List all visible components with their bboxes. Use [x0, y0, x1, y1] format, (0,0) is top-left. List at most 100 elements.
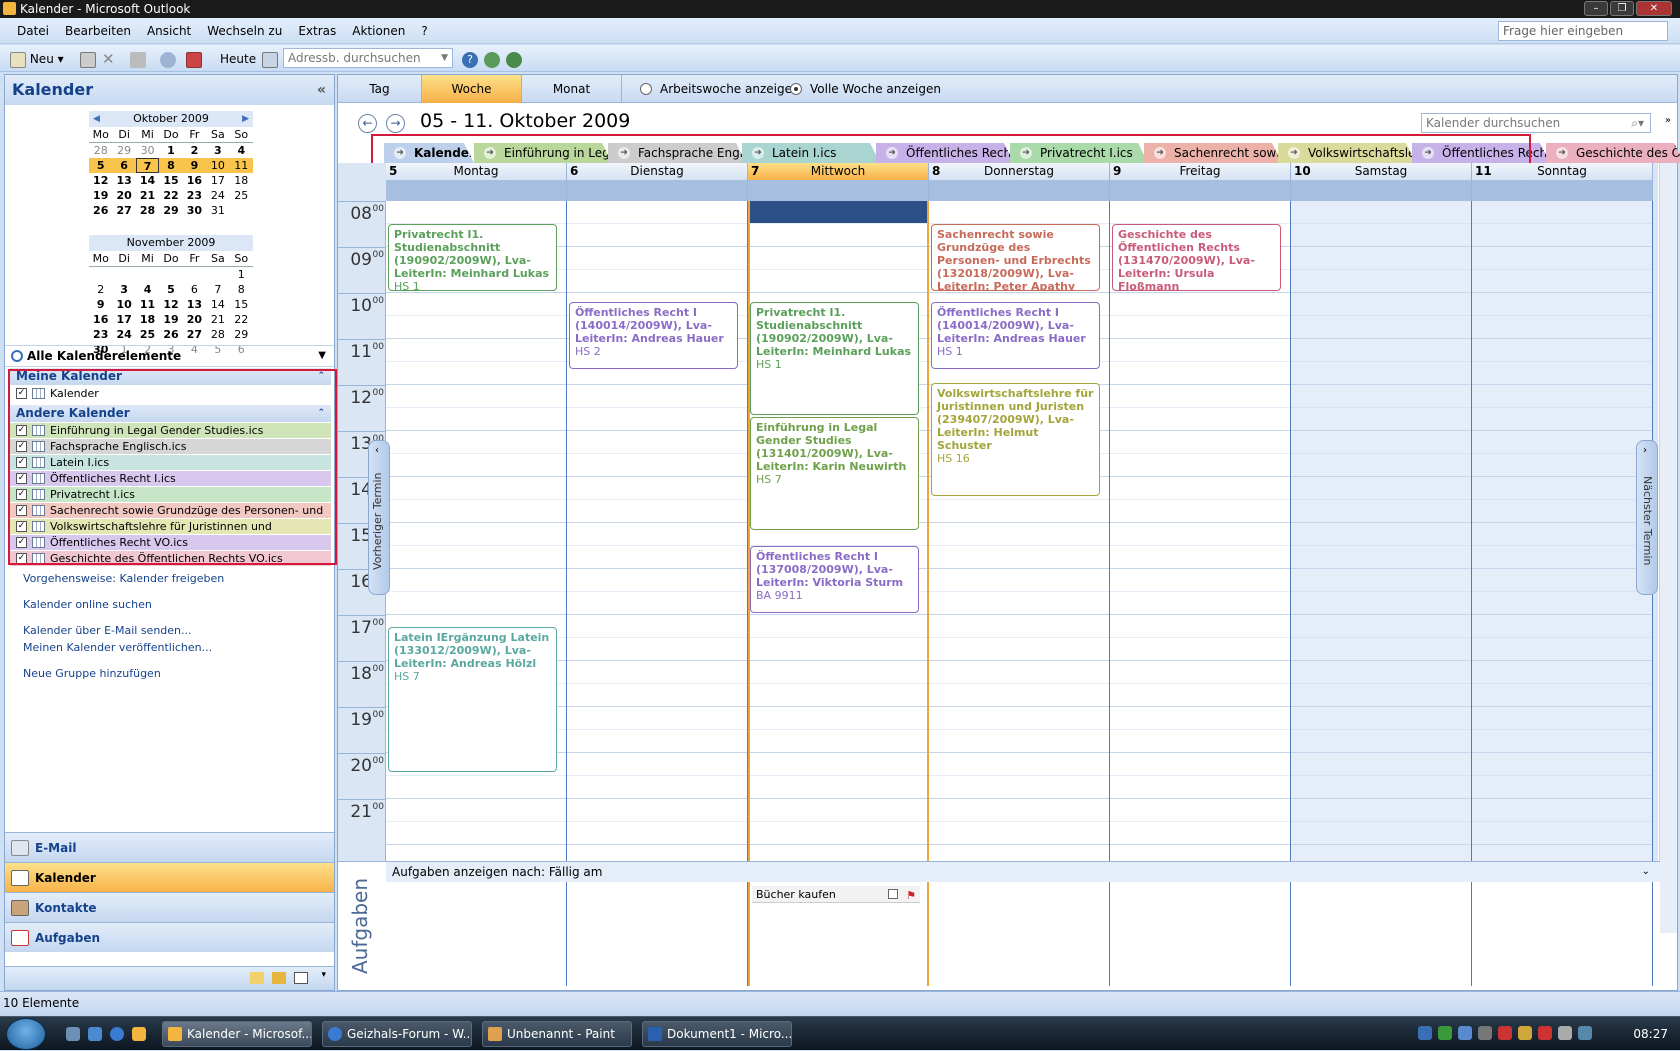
shortcut-icon[interactable]	[294, 972, 308, 984]
minical-day[interactable]: 25	[230, 188, 253, 203]
tray-shield-icon[interactable]	[1518, 1026, 1532, 1040]
task-checkbox[interactable]	[888, 889, 898, 899]
minical-day[interactable]: 26	[89, 203, 112, 218]
day-column[interactable]	[386, 201, 567, 893]
minical-day[interactable]: 15	[230, 297, 253, 312]
tab-woche[interactable]: Woche	[422, 75, 522, 103]
day-column[interactable]	[1291, 201, 1472, 893]
appointment[interactable]: Latein IErgänzung Latein (133012/2009W),…	[388, 626, 557, 772]
minical-day[interactable]: 4	[136, 282, 159, 297]
minical-day[interactable]: 5	[89, 158, 113, 173]
minical-day[interactable]: 28	[89, 143, 112, 158]
appointment[interactable]: Sachenrecht sowie Grundzüge des Personen…	[931, 224, 1100, 291]
minical-day[interactable]: 17	[206, 173, 229, 188]
collapse-icon[interactable]: ⌄	[1642, 862, 1650, 882]
task-day-column[interactable]	[1472, 882, 1653, 986]
security-icon[interactable]	[1498, 1026, 1512, 1040]
vertical-scrollbar[interactable]	[1659, 163, 1677, 933]
minical-today[interactable]: 7	[135, 158, 160, 173]
address-search-input[interactable]: Adressb. durchsuchen ▼	[283, 48, 453, 68]
all-day-row[interactable]	[1291, 180, 1472, 201]
minical-day[interactable]: 27	[183, 327, 206, 342]
print-button[interactable]	[80, 49, 96, 69]
radio-work-week[interactable]	[640, 83, 652, 95]
taskbar-paint[interactable]: Unbenannt - Paint	[482, 1021, 632, 1047]
appointment[interactable]: Öffentliches Recht I (137008/2009W), Lva…	[750, 546, 919, 613]
address-book-icon-button[interactable]	[262, 49, 278, 69]
all-day-row[interactable]	[1472, 180, 1653, 201]
appointment[interactable]: Öffentliches Recht I (140014/2009W), Lva…	[569, 302, 738, 370]
all-day-row[interactable]	[1110, 180, 1291, 201]
minical-day[interactable]: 11	[136, 297, 159, 312]
taskbar-outlook[interactable]: Kalender - Microsof...	[162, 1021, 312, 1047]
minical-day[interactable]: 28	[136, 203, 159, 218]
nav-tasks[interactable]: Aufgaben	[5, 922, 334, 952]
nav-contacts[interactable]: Kontakte	[5, 892, 334, 922]
minical-day[interactable]	[230, 203, 253, 218]
minical-day[interactable]: 9	[89, 297, 112, 312]
link-share-calendar[interactable]: Vorgehensweise: Kalender freigeben	[23, 572, 224, 585]
day-header[interactable]: 9 Freitag	[1110, 163, 1291, 180]
day-header[interactable]: 8 Donnerstag	[929, 163, 1110, 180]
appointment[interactable]: Privatrecht I1. Studienabschnitt (190902…	[750, 302, 919, 416]
notes-icon[interactable]	[250, 972, 264, 984]
minical-day[interactable]: 23	[183, 188, 206, 203]
delete-button[interactable]: ✕	[102, 49, 115, 69]
outlook-quicklaunch-icon[interactable]	[132, 1027, 146, 1041]
minical-day[interactable]: 5	[159, 282, 182, 297]
minical-day[interactable]: 17	[112, 312, 135, 327]
minical-day[interactable]: 3	[206, 143, 229, 158]
task-item[interactable]: Bücher kaufen ⚑	[752, 886, 920, 903]
folder-icon[interactable]	[272, 972, 286, 984]
previous-appointment-button[interactable]: ‹ Vorheriger Termin	[368, 440, 390, 595]
minical-day[interactable]: 14	[136, 173, 159, 188]
addin-button-1[interactable]	[484, 49, 500, 69]
today-button[interactable]: Heute	[220, 49, 256, 69]
minical-day[interactable]: 19	[159, 312, 182, 327]
bluetooth-icon[interactable]	[1418, 1026, 1432, 1040]
task-day-column[interactable]	[1110, 882, 1291, 986]
menu-ansicht[interactable]: Ansicht	[139, 18, 199, 44]
minical-day[interactable]: 12	[89, 173, 112, 188]
minical-day[interactable]: 6	[112, 158, 136, 173]
menu-help[interactable]: ?	[413, 18, 435, 44]
nav-calendar[interactable]: Kalender	[5, 862, 334, 892]
day-header[interactable]: 7 Mittwoch	[748, 163, 929, 180]
minical-day[interactable]: 23	[89, 327, 112, 342]
start-button[interactable]	[6, 1018, 46, 1050]
minical-day[interactable]: 30	[183, 203, 206, 218]
link-send-email[interactable]: Kalender über E-Mail senden...	[23, 624, 192, 637]
taskbar-browser[interactable]: Geizhals-Forum - W...	[322, 1021, 472, 1047]
minical-day[interactable]: 28	[206, 327, 229, 342]
all-day-row[interactable]	[567, 180, 748, 201]
minical-day[interactable]: 24	[206, 188, 229, 203]
reminder-button[interactable]	[186, 49, 202, 69]
minical-day[interactable]: 12	[159, 297, 182, 312]
minical-day[interactable]: 27	[112, 203, 135, 218]
selected-timeslot[interactable]	[750, 201, 927, 223]
minical-day[interactable]: 16	[183, 173, 206, 188]
minical-day[interactable]: 26	[159, 327, 182, 342]
back-arrow-icon[interactable]: ←	[358, 114, 377, 133]
minical-day[interactable]: 14	[206, 297, 229, 312]
appointment[interactable]: Einführung in Legal Gender Studies (1314…	[750, 417, 919, 531]
minical-day[interactable]: 18	[230, 173, 253, 188]
minical-day[interactable]: 3	[112, 282, 135, 297]
day-header[interactable]: 10 Samstag	[1291, 163, 1472, 180]
expand-icon[interactable]: »	[1665, 115, 1671, 126]
day-header[interactable]: 11 Sonntag	[1472, 163, 1653, 180]
menu-extras[interactable]: Extras	[290, 18, 344, 44]
next-appointment-button[interactable]: › Nächster Termin	[1636, 440, 1658, 595]
minical-day[interactable]: 22	[230, 312, 253, 327]
configure-buttons-icon[interactable]: ▾	[321, 970, 326, 980]
day-column[interactable]	[1472, 201, 1653, 893]
minical-day[interactable]: 1	[159, 143, 182, 158]
minical-day[interactable]: 8	[230, 282, 253, 297]
minical-day[interactable]: 1	[230, 267, 253, 282]
minical-day[interactable]: 18	[136, 312, 159, 327]
task-day-column[interactable]	[929, 882, 1110, 986]
minical-day[interactable]: 22	[159, 188, 182, 203]
nav-email[interactable]: E-Mail	[5, 832, 334, 862]
network-icon[interactable]	[1438, 1026, 1452, 1040]
appointment[interactable]: Privatrecht I1. Studienabschnitt (190902…	[388, 224, 557, 291]
